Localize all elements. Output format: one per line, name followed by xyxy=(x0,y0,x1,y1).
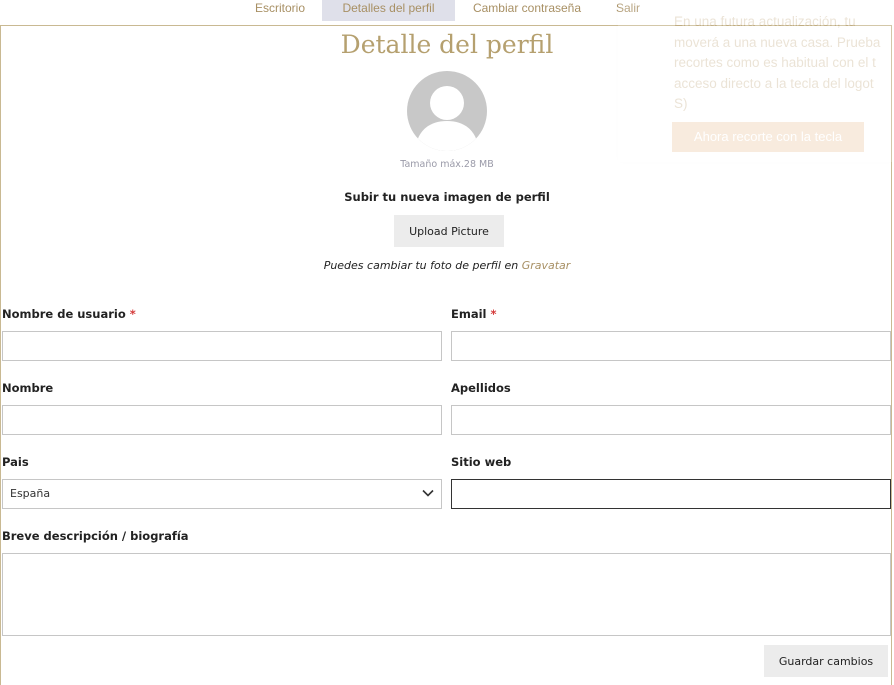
required-mark: * xyxy=(490,307,497,321)
email-label: Email * xyxy=(451,307,497,321)
chevron-down-icon xyxy=(422,489,434,497)
tab-detalles-del-perfil[interactable]: Detalles del perfil xyxy=(322,0,455,21)
gravatar-note: Puedes cambiar tu foto de perfil en Grav… xyxy=(0,259,894,272)
bio-label: Breve descripción / biografía xyxy=(2,529,189,543)
first-name-label: Nombre xyxy=(2,381,54,395)
required-mark: * xyxy=(129,307,136,321)
gravatar-link[interactable]: Gravatar xyxy=(522,259,571,272)
website-label: Sitio web xyxy=(451,455,512,469)
website-input[interactable] xyxy=(451,479,891,509)
email-input[interactable] xyxy=(451,331,891,361)
save-changes-button[interactable]: Guardar cambios xyxy=(764,645,888,677)
upload-picture-button[interactable]: Upload Picture xyxy=(394,215,504,247)
upload-title: Subir tu nueva imagen de perfil xyxy=(344,190,550,204)
username-input[interactable] xyxy=(2,331,442,361)
tab-escritorio[interactable]: Escritorio xyxy=(244,0,316,21)
email-label-text: Email xyxy=(451,307,487,321)
username-label-text: Nombre de usuario xyxy=(2,307,126,321)
tab-cambiar-contrasena[interactable]: Cambiar contraseña xyxy=(462,0,592,21)
gravatar-prefix: Puedes cambiar tu foto de perfil en xyxy=(323,259,522,272)
first-name-input[interactable] xyxy=(2,405,442,435)
country-select[interactable]: España xyxy=(2,479,442,509)
user-silhouette-icon xyxy=(415,86,479,151)
last-name-label: Apellidos xyxy=(451,381,511,395)
country-select-value: España xyxy=(10,487,51,500)
username-label: Nombre de usuario * xyxy=(2,307,136,321)
update-notice-text: En una futura actualización, tu moverá a… xyxy=(674,14,881,111)
last-name-input[interactable] xyxy=(451,405,891,435)
notice-action-button[interactable]: Ahora recorte con la tecla xyxy=(672,122,864,152)
country-label: Pais xyxy=(2,455,29,469)
update-notice: En una futura actualización, tu moverá a… xyxy=(618,0,894,162)
avatar xyxy=(407,71,487,151)
bio-textarea[interactable] xyxy=(2,553,891,636)
